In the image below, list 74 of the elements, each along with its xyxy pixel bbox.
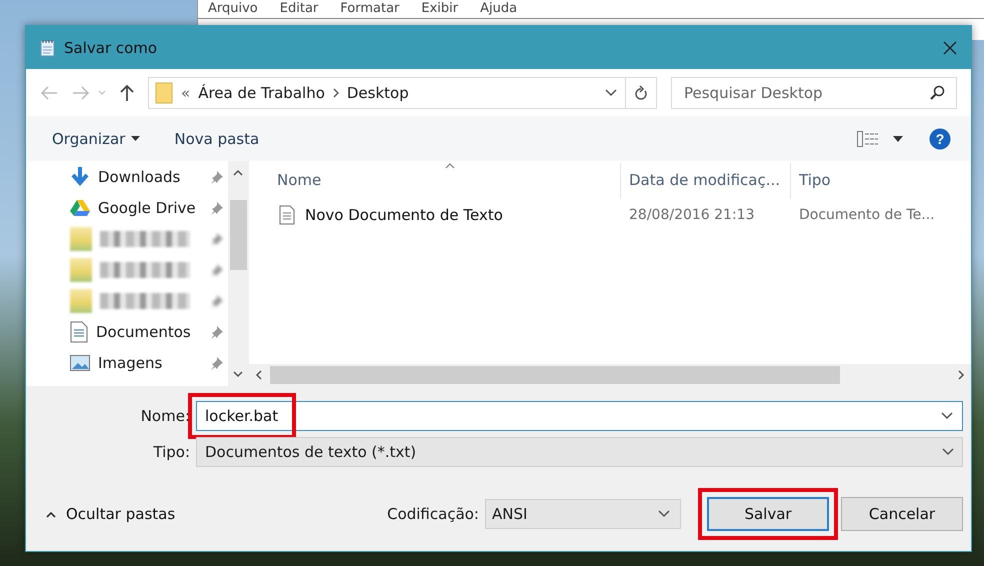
encoding-dropdown[interactable]: ANSI (485, 499, 681, 529)
address-bar[interactable]: « Área de Trabalho Desktop (148, 76, 657, 108)
chevron-right-icon[interactable] (332, 88, 339, 98)
picture-icon (70, 354, 90, 370)
save-button[interactable]: Salvar (707, 497, 829, 531)
chevron-down-icon[interactable] (605, 88, 617, 96)
chevron-down-icon (658, 510, 670, 518)
triangle-logo-icon (70, 198, 90, 216)
sort-caret-icon (445, 163, 455, 169)
file-name-field[interactable]: locker.bat (196, 401, 963, 431)
pixelated-folder-icon (70, 258, 92, 282)
vertical-scrollbar[interactable] (228, 161, 248, 386)
chevron-up-icon[interactable] (233, 169, 243, 176)
chevron-down-icon[interactable] (233, 371, 243, 378)
forward-arrow-icon[interactable] (72, 86, 90, 100)
scrollbar-thumb[interactable] (270, 366, 840, 384)
pixelated-folder-icon (70, 288, 92, 312)
column-header[interactable]: Nome (249, 163, 621, 199)
horizontal-scrollbar[interactable] (249, 364, 971, 386)
menu-item[interactable]: Exibir (421, 1, 458, 16)
field-label: Nome: (140, 407, 191, 425)
menu-item[interactable]: Formatar (340, 1, 400, 16)
menu-item[interactable]: Editar (280, 1, 318, 16)
view-options-icon[interactable] (857, 130, 879, 146)
back-arrow-icon[interactable] (40, 86, 58, 100)
chevron-down-icon[interactable] (941, 412, 953, 420)
chevron-right-icon[interactable] (958, 370, 965, 380)
text-file-icon (279, 205, 295, 225)
file-name[interactable]: Novo Documento de Texto (305, 206, 503, 224)
pin-icon[interactable] (210, 262, 224, 276)
table-cell-text: 28/08/2016 21:13 (628, 207, 756, 223)
menu-item[interactable]: Ajuda (480, 1, 518, 16)
chevron-left-icon[interactable] (255, 370, 262, 380)
caret-icon (131, 136, 140, 141)
chevron-down-icon (942, 448, 954, 456)
download-arrow-icon (70, 166, 90, 188)
field-label: Tipo: (152, 443, 191, 461)
menu-item[interactable]: Arquivo (208, 1, 258, 16)
sidebar-item[interactable]: Downloads (98, 168, 180, 186)
pin-icon[interactable] (210, 294, 224, 308)
search-field[interactable]: Pesquisar Desktop (671, 76, 957, 108)
sidebar-item[interactable]: Documentos (96, 322, 191, 340)
overflow-chevron[interactable]: « (181, 84, 190, 102)
close-icon[interactable] (943, 40, 957, 54)
column-header[interactable]: Tipo (791, 163, 971, 199)
sidebar-item[interactable]: Imagens (98, 354, 162, 372)
document-icon (70, 320, 88, 342)
window-title: Salvar como (64, 38, 158, 56)
pin-icon[interactable] (210, 356, 224, 370)
pin-icon[interactable] (210, 200, 224, 214)
search-icon (929, 84, 945, 100)
notepad-icon (40, 38, 56, 56)
hide-folders-button[interactable]: Ocultar pastas (40, 504, 182, 524)
new-folder-button[interactable]: Nova pasta (164, 126, 270, 152)
breadcrumb-item[interactable]: Desktop (346, 84, 409, 102)
pin-icon[interactable] (210, 324, 224, 338)
organize-button[interactable]: Organizar (42, 126, 150, 152)
folder-icon (155, 82, 173, 104)
column-header[interactable]: Data de modificaç... (621, 163, 791, 199)
up-arrow-icon[interactable] (120, 84, 134, 102)
cancel-button[interactable]: Cancelar (841, 497, 963, 531)
chevron-up-icon (46, 510, 56, 518)
field-label: Codificação: (387, 505, 479, 523)
scrollbar-thumb[interactable] (230, 200, 246, 270)
sidebar-item[interactable]: Google Drive (98, 198, 196, 216)
refresh-icon[interactable] (634, 84, 648, 100)
pixelated-folder-icon (70, 226, 92, 250)
pin-icon[interactable] (210, 170, 224, 184)
help-icon[interactable]: ? (929, 128, 951, 150)
table-cell-text: Documento de Te... (798, 207, 936, 223)
file-type-dropdown[interactable]: Documentos de texto (*.txt) (196, 437, 963, 467)
caret-icon[interactable] (893, 136, 903, 142)
pin-icon[interactable] (210, 232, 224, 246)
breadcrumb-item[interactable]: Área de Trabalho (198, 84, 325, 102)
